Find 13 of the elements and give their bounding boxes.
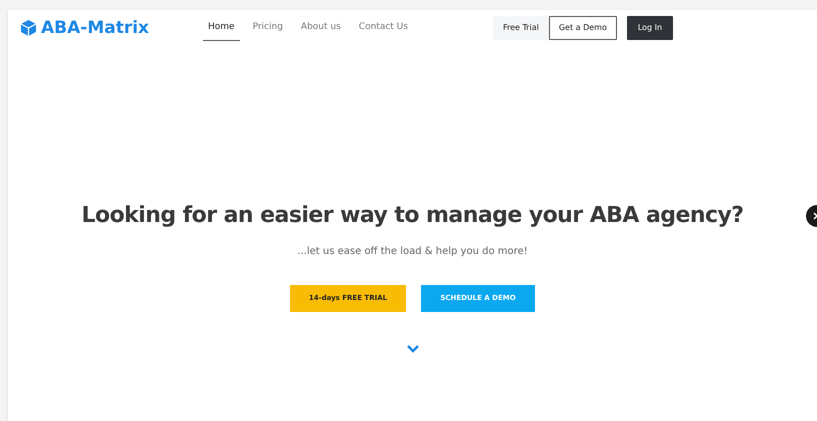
- hero-subtitle: ...let us ease off the load & help you do more!: [297, 244, 528, 258]
- cube-logo-icon: [20, 19, 37, 37]
- hero-heading: Looking for an easier way to manage your ABA agency?: [82, 202, 744, 230]
- chevron-down-icon[interactable]: [406, 344, 420, 352]
- nav-link[interactable]: Pricing: [248, 14, 288, 42]
- nav-link[interactable]: About us: [296, 14, 346, 42]
- header-button[interactable]: Log In: [626, 16, 674, 40]
- nav-link[interactable]: Contact Us: [354, 14, 413, 42]
- logo-text[interactable]: ABA-Matrix: [41, 20, 150, 36]
- header-button[interactable]: Free Trial: [492, 16, 549, 40]
- nav-link[interactable]: Home: [203, 14, 240, 42]
- header-button[interactable]: Get a Demo: [548, 16, 617, 40]
- chevron-right-icon: [813, 212, 817, 220]
